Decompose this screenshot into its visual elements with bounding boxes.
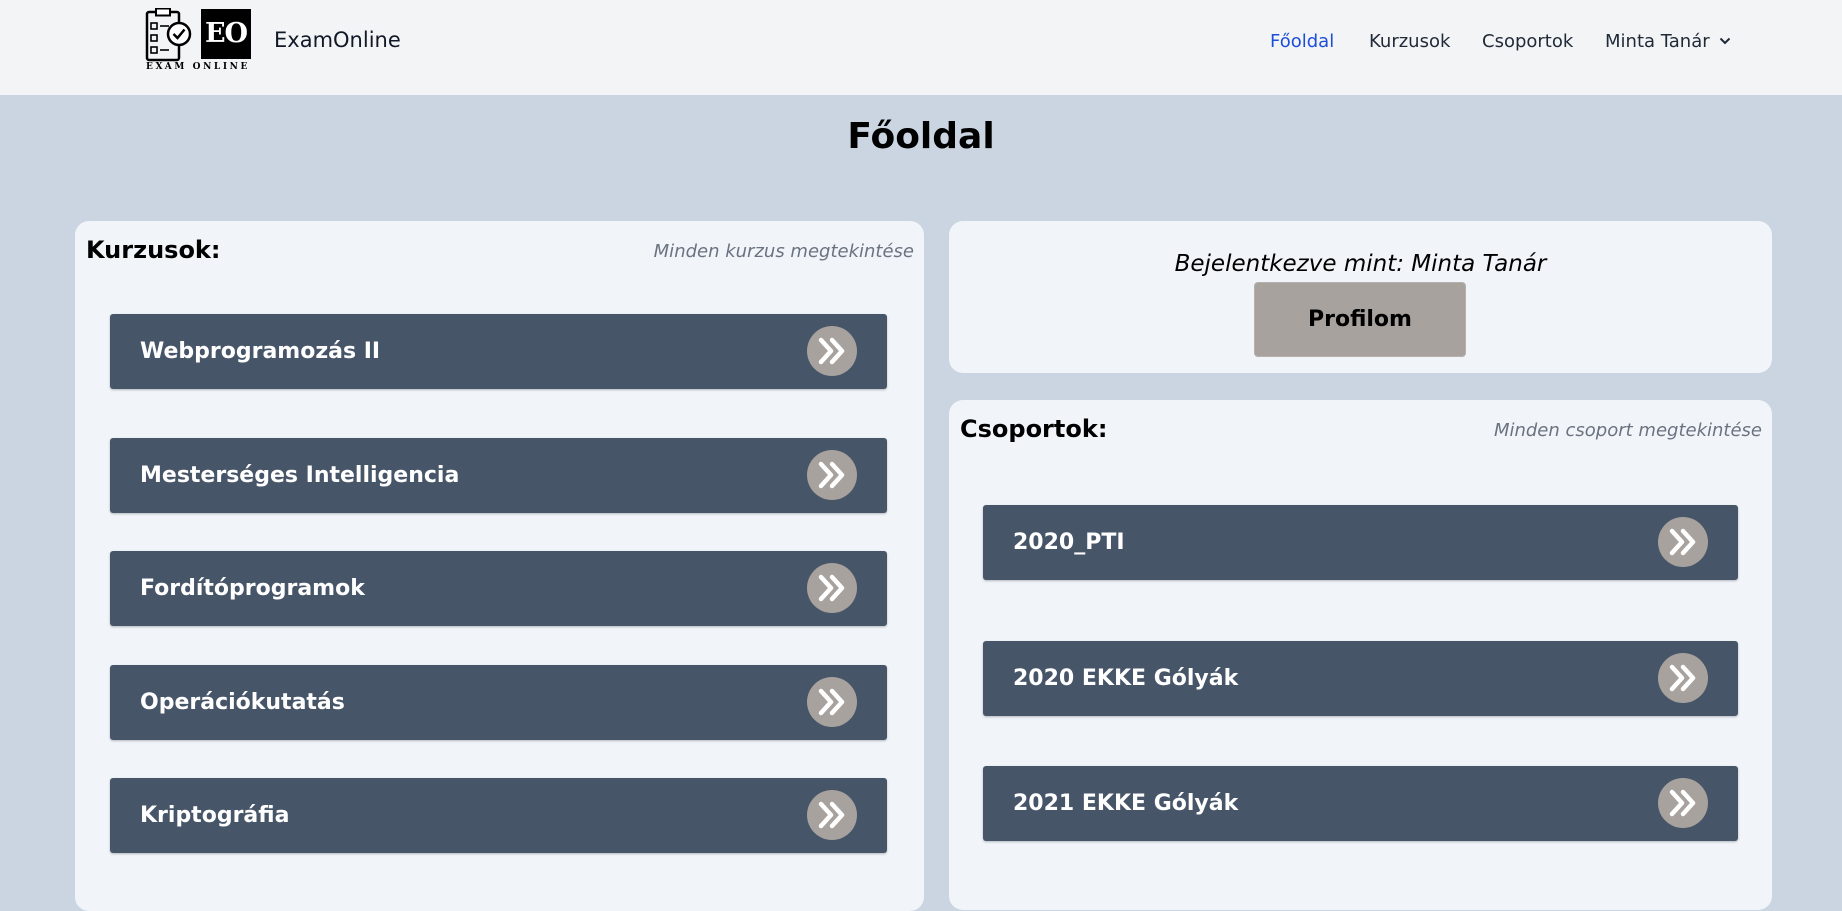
logo-caption: EXAM ONLINE [146, 62, 250, 72]
view-all-courses-link[interactable]: Minden kurzus megtekintése [654, 241, 914, 262]
view-all-groups-link[interactable]: Minden csoport megtekintése [1494, 420, 1762, 441]
nav-link-label: Kurzusok [1369, 31, 1451, 52]
groups-heading: Csoportok: [960, 415, 1108, 443]
chevron-double-right-icon [818, 801, 845, 829]
top-navbar: EO EXAM ONLINE ExamOnline Főoldal Kurzus… [0, 0, 1842, 95]
courses-panel: Kurzusok: Minden kurzus megtekintése Web… [75, 221, 924, 911]
chevron-down-icon [1720, 37, 1731, 45]
logo[interactable]: EO EXAM ONLINE [143, 8, 253, 76]
clipboard-check-icon [145, 8, 192, 62]
course-title: Webprogramozás II [140, 339, 381, 364]
open-course-button[interactable] [807, 326, 857, 376]
open-group-button[interactable] [1658, 778, 1708, 828]
brand-name[interactable]: ExamOnline [274, 28, 401, 52]
open-course-button[interactable] [807, 450, 857, 500]
chevron-double-right-icon [818, 574, 845, 602]
nav-link-label: Csoportok [1482, 31, 1574, 52]
group-title: 2020 EKKE Gólyák [1013, 666, 1239, 691]
page-title: Főoldal [847, 116, 995, 157]
open-course-button[interactable] [807, 790, 857, 840]
group-item[interactable]: 2020 EKKE Gólyák [983, 641, 1738, 716]
logo-initials: EO [201, 9, 251, 59]
user-menu-label: Minta Tanár [1605, 31, 1710, 52]
group-title: 2021 EKKE Gólyák [1013, 791, 1239, 816]
open-course-button[interactable] [807, 563, 857, 613]
course-title: Kriptográfia [140, 803, 290, 828]
nav-link-label: Főoldal [1270, 31, 1335, 52]
open-group-button[interactable] [1658, 653, 1708, 703]
nav-link-home[interactable]: Főoldal [1270, 31, 1334, 52]
profile-panel: Bejelentkezve mint: Minta Tanár Profilom [949, 221, 1772, 373]
course-item[interactable]: Operációkutatás [110, 665, 887, 740]
course-title: Operációkutatás [140, 690, 345, 715]
course-title: Mesterséges Intelligencia [140, 463, 460, 488]
chevron-double-right-icon [1669, 528, 1696, 556]
courses-heading: Kurzusok: [86, 236, 221, 264]
course-item[interactable]: Kriptográfia [110, 778, 887, 853]
chevron-double-right-icon [818, 337, 845, 365]
chevron-double-right-icon [1669, 664, 1696, 692]
nav-link-courses[interactable]: Kurzusok [1369, 31, 1450, 52]
profile-button[interactable]: Profilom [1254, 282, 1466, 357]
chevron-double-right-icon [818, 461, 845, 489]
chevron-double-right-icon [1669, 789, 1696, 817]
user-menu-dropdown[interactable]: Minta Tanár [1605, 31, 1731, 52]
group-item[interactable]: 2021 EKKE Gólyák [983, 766, 1738, 841]
open-group-button[interactable] [1658, 517, 1708, 567]
open-course-button[interactable] [807, 677, 857, 727]
group-title: 2020_PTI [1013, 530, 1125, 555]
course-title: Fordítóprogramok [140, 576, 365, 601]
chevron-double-right-icon [818, 688, 845, 716]
course-item[interactable]: Fordítóprogramok [110, 551, 887, 626]
nav-link-groups[interactable]: Csoportok [1482, 31, 1573, 52]
logged-in-text: Bejelentkezve mint: Minta Tanár [1174, 251, 1547, 277]
course-item[interactable]: Mesterséges Intelligencia [110, 438, 887, 513]
course-item[interactable]: Webprogramozás II [110, 314, 887, 389]
groups-panel: Csoportok: Minden csoport megtekintése 2… [949, 400, 1772, 910]
group-item[interactable]: 2020_PTI [983, 505, 1738, 580]
